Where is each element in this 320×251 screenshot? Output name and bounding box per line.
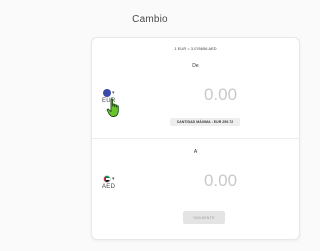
from-amount-input[interactable]: 0.00 — [91, 85, 320, 105]
to-label: A — [193, 149, 198, 155]
from-label: De — [192, 63, 199, 69]
max-amount-badge[interactable]: CANTIDAD MÁXIMA : EUR 259.72 — [170, 118, 240, 126]
to-amount-input[interactable]: 0.00 — [91, 171, 320, 191]
page-title: Cambio — [132, 14, 168, 25]
exchange-rate: 1 EUR = 3.076656 AED — [174, 46, 217, 51]
next-button[interactable]: SIGUIENTE — [183, 211, 225, 224]
section-divider — [91, 138, 300, 139]
hand-cursor-icon — [106, 98, 119, 117]
